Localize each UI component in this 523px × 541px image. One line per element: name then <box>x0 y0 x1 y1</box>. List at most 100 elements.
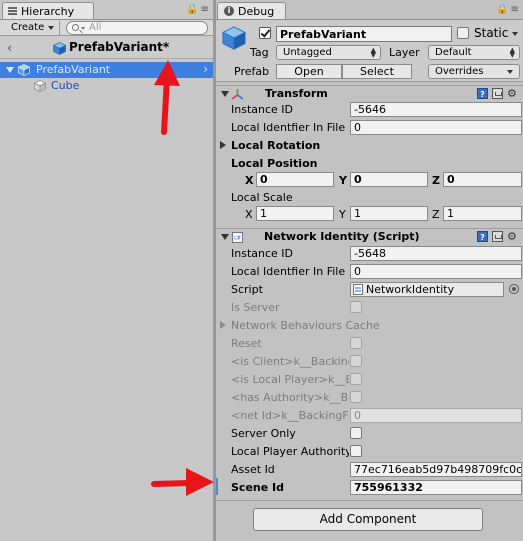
local-rotation-label[interactable]: Local Rotation <box>231 139 320 152</box>
script-field[interactable]: NetworkIdentity <box>350 282 504 297</box>
foldout-arrow-icon[interactable] <box>220 321 226 329</box>
static-dropdown-icon[interactable] <box>512 32 518 36</box>
foldout-arrow-icon[interactable] <box>221 91 229 97</box>
ni-instance-id-field[interactable]: -5648 <box>350 246 522 261</box>
scene-id-field[interactable]: 755961332 <box>350 480 522 495</box>
panel-menu-icons[interactable]: 🔒≡ <box>496 4 521 15</box>
is-client-checkbox <box>350 355 362 367</box>
scale-y-label: Y <box>339 208 346 221</box>
search-icon <box>72 24 79 31</box>
add-component-button[interactable]: Add Component <box>253 508 483 531</box>
gear-icon[interactable]: ⚙ <box>507 88 517 99</box>
nb-cache-label[interactable]: Network Behaviours Cache <box>231 319 380 332</box>
script-file-icon <box>353 284 363 295</box>
static-label: Static <box>474 26 509 40</box>
prefab-cube-icon <box>222 26 246 50</box>
hierarchy-tab[interactable]: Hierarchy <box>2 2 94 19</box>
position-z-field[interactable]: 0 <box>443 172 522 187</box>
foldout-arrow-icon[interactable] <box>220 141 226 149</box>
scale-z-field[interactable]: 1 <box>443 206 522 221</box>
script-label: Script <box>231 283 263 296</box>
object-picker-icon[interactable] <box>509 284 519 294</box>
foldout-arrow-icon[interactable] <box>221 234 229 240</box>
search-dropdown-icon <box>81 27 85 30</box>
local-identifier-field[interactable]: 0 <box>350 120 522 135</box>
search-placeholder: All <box>89 22 102 33</box>
foldout-arrow-icon[interactable] <box>6 67 14 73</box>
info-icon: i <box>224 6 234 16</box>
hierarchy-tab-label: Hierarchy <box>21 5 75 18</box>
tree-item-label: Cube <box>51 79 80 92</box>
modified-indicator <box>216 478 218 495</box>
debug-tab-label: Debug <box>238 5 275 18</box>
active-checkbox[interactable] <box>259 27 271 39</box>
has-authority-checkbox <box>350 391 362 403</box>
hierarchy-search-input[interactable]: All <box>66 21 208 35</box>
prefab-cube-icon <box>18 64 30 76</box>
preset-icon[interactable] <box>492 88 503 99</box>
server-only-label: Server Only <box>231 427 296 440</box>
chevron-left-icon[interactable]: ‹ <box>7 41 12 56</box>
open-prefab-button[interactable]: Open <box>276 64 342 79</box>
create-button-label: Create <box>11 22 45 33</box>
ni-local-identifier-field[interactable]: 0 <box>350 264 522 279</box>
add-component-divider <box>216 500 523 501</box>
server-only-checkbox[interactable] <box>350 427 362 439</box>
position-y-label: Y <box>339 174 347 187</box>
transform-component-header[interactable]: Transform ? ⚙ <box>216 85 523 102</box>
instance-id-field[interactable]: -5646 <box>350 102 522 117</box>
layer-value: Default <box>435 47 472 58</box>
gameobject-name-field[interactable]: PrefabVariant <box>276 26 452 42</box>
panel-menu-icons[interactable]: 🔒≡ <box>186 4 211 15</box>
help-icon[interactable]: ? <box>477 231 488 242</box>
layer-dropdown[interactable]: Default ▲ ▼ <box>428 45 520 60</box>
static-checkbox[interactable] <box>457 27 469 39</box>
gear-icon[interactable]: ⚙ <box>507 231 517 242</box>
tag-value: Untagged <box>283 47 332 58</box>
prefab-title: PrefabVariant* <box>69 40 170 54</box>
script-icon: c# <box>232 232 243 243</box>
debug-tab[interactable]: i Debug <box>217 2 286 19</box>
script-value: NetworkIdentity <box>366 283 455 296</box>
scale-x-field[interactable]: 1 <box>256 206 334 221</box>
scale-z-label: Z <box>432 208 440 221</box>
dropdown-arrow-icon <box>48 26 54 30</box>
svg-text:c#: c# <box>234 236 241 242</box>
net-id-label: <net Id>k__BackingField <box>231 409 349 422</box>
position-x-field[interactable]: 0 <box>256 172 334 187</box>
overrides-dropdown[interactable]: Overrides <box>428 64 520 79</box>
scale-y-field[interactable]: 1 <box>350 206 428 221</box>
local-identifier-label: Local Identfier In File <box>231 121 346 134</box>
prefab-mode-header: ‹ PrefabVariant* <box>0 37 213 59</box>
preset-icon[interactable] <box>492 231 503 242</box>
prefab-cube-icon <box>53 42 66 55</box>
create-button[interactable]: Create <box>4 21 60 35</box>
cube-icon <box>34 80 46 92</box>
instance-id-label: Instance ID <box>231 103 293 116</box>
is-server-checkbox <box>350 301 362 313</box>
local-player-authority-checkbox[interactable] <box>350 445 362 457</box>
select-prefab-button[interactable]: Select <box>342 64 412 79</box>
ni-local-identifier-label: Local Identfier In File <box>231 265 346 278</box>
network-identity-component-header[interactable]: c# Network Identity (Script) ? ⚙ <box>216 228 523 245</box>
position-y-field[interactable]: 0 <box>350 172 428 187</box>
asset-id-field[interactable]: 77ec716eab5d97b498709fc0c0 <box>350 462 522 477</box>
transform-title: Transform <box>265 87 328 100</box>
local-position-label: Local Position <box>231 157 318 170</box>
is-server-label: Is Server <box>231 301 280 314</box>
tag-label: Tag <box>250 46 269 59</box>
annotation-arrow-right-icon <box>151 468 214 496</box>
ni-instance-id-label: Instance ID <box>231 247 293 260</box>
scale-x-label: X <box>245 208 253 221</box>
help-icon[interactable]: ? <box>477 88 488 99</box>
updown-arrows-icon: ▲ ▼ <box>370 46 376 59</box>
chevron-right-icon[interactable]: › <box>203 62 208 76</box>
is-local-player-checkbox <box>350 373 362 385</box>
reset-checkbox <box>350 337 362 349</box>
scene-id-label: Scene Id <box>231 481 284 494</box>
tree-item-label: PrefabVariant <box>36 63 111 76</box>
component-tools: ? ⚙ <box>477 88 521 101</box>
prefab-label: Prefab <box>234 65 270 78</box>
tag-dropdown[interactable]: Untagged ▲ ▼ <box>276 45 381 60</box>
network-identity-title: Network Identity (Script) <box>264 230 420 243</box>
